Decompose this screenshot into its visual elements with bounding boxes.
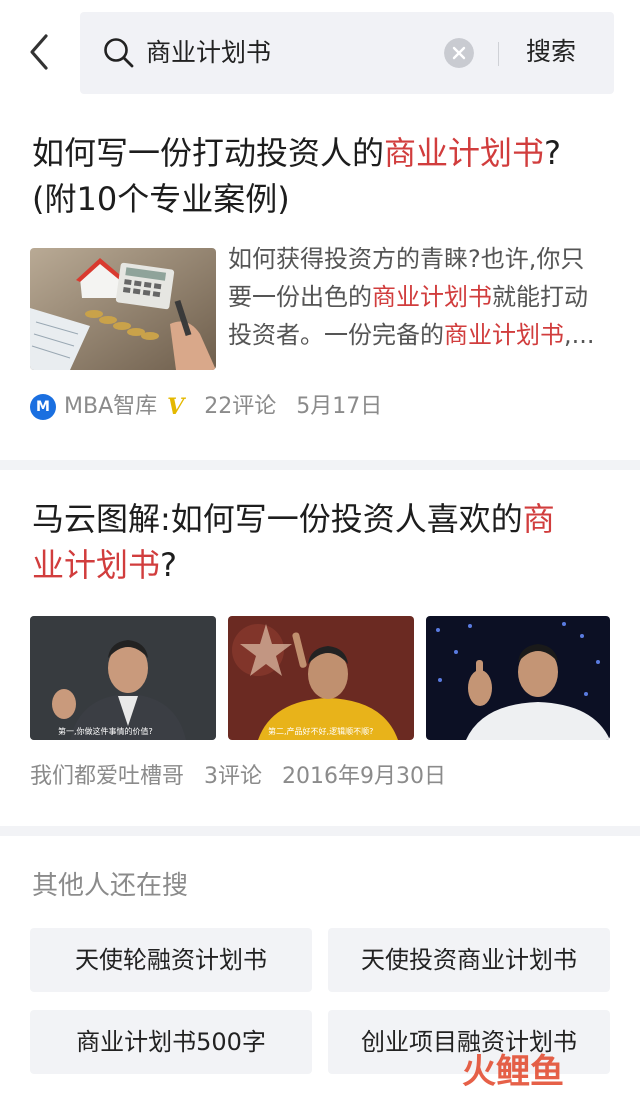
image-caption: 第二,产品好不好,逻辑顺不顺?: [268, 726, 373, 736]
watermark-logo: 火鲤鱼: [462, 1052, 564, 1092]
title-text: ?: [160, 546, 177, 584]
comment-count: 22评论: [204, 394, 277, 419]
speaker-photo-1: 第一,你做这件事情的价值?: [30, 616, 216, 740]
search-input[interactable]: 商业计划书: [146, 36, 271, 70]
article-image-1[interactable]: 第一,你做这件事情的价值?: [30, 616, 216, 740]
snippet-highlight: 商业计划书: [372, 283, 492, 311]
back-arrow-icon[interactable]: [24, 30, 56, 74]
search-divider: [498, 42, 499, 66]
source-name[interactable]: 我们都爱吐槽哥: [30, 762, 184, 792]
section-divider: [0, 826, 640, 836]
speaker-photo-2: 第二,产品好不好,逻辑顺不顺?: [228, 616, 414, 740]
search-header: 商业计划书 搜索: [0, 0, 640, 100]
related-search-chip[interactable]: 天使轮融资计划书: [30, 928, 312, 992]
article-snippet: 如何获得投资方的青睐?也许,你只要一份出色的商业计划书就能打动投资者。一份完备的…: [228, 240, 604, 354]
source-name[interactable]: MBA智库: [64, 392, 157, 422]
related-search-chip[interactable]: 天使投资商业计划书: [328, 928, 610, 992]
article-thumbnail[interactable]: [30, 248, 216, 370]
publish-date: 2016年9月30日: [282, 764, 446, 789]
title-text: 如何写一份打动投资人的: [32, 134, 385, 172]
calculator-house-image: [30, 248, 216, 370]
article-title[interactable]: 马云图解:如何写一份投资人喜欢的商 业计划书?: [32, 496, 608, 588]
title-highlight: 商业计划书: [384, 134, 545, 172]
title-text: 马云图解:如何写一份投资人喜欢的: [32, 500, 523, 538]
title-highlight: 业计划书: [32, 546, 161, 584]
title-text: (附10个专业案例): [32, 180, 290, 218]
title-highlight: 商: [522, 500, 555, 538]
snippet-highlight: 商业计划书: [444, 321, 564, 349]
article-meta: M MBA智库 V 22评论 5月17日: [30, 392, 402, 422]
related-search-chip[interactable]: 商业计划书500字: [30, 1010, 312, 1074]
publish-date: 5月17日: [296, 394, 383, 419]
article-meta: 我们都爱吐槽哥 3评论 2016年9月30日: [30, 762, 466, 792]
image-caption: 第一,你做这件事情的价值?: [58, 726, 153, 736]
speaker-photo-3: [426, 616, 610, 740]
clear-icon[interactable]: [444, 38, 474, 68]
section-divider: [0, 460, 640, 470]
verified-badge-icon: V: [167, 394, 185, 420]
related-title: 其他人还在搜: [32, 871, 189, 901]
search-button[interactable]: 搜索: [526, 34, 576, 70]
search-box[interactable]: 商业计划书 搜索: [80, 12, 614, 94]
article-card[interactable]: 马云图解:如何写一份投资人喜欢的商 业计划书? 第一,你做这件事情的价值? 第二…: [0, 470, 640, 826]
comment-count: 3评论: [204, 764, 263, 789]
article-image-2[interactable]: 第二,产品好不好,逻辑顺不顺?: [228, 616, 414, 740]
source-logo-icon: M: [30, 394, 56, 420]
search-icon: [104, 38, 134, 68]
article-title[interactable]: 如何写一份打动投资人的商业计划书? (附10个专业案例): [32, 130, 608, 222]
article-image-3[interactable]: [426, 616, 610, 740]
snippet-text: ,...: [564, 321, 595, 349]
article-card[interactable]: 如何写一份打动投资人的商业计划书? (附10个专业案例) 如何获得投资方的青睐?…: [0, 100, 640, 460]
title-text: ?: [544, 134, 562, 172]
